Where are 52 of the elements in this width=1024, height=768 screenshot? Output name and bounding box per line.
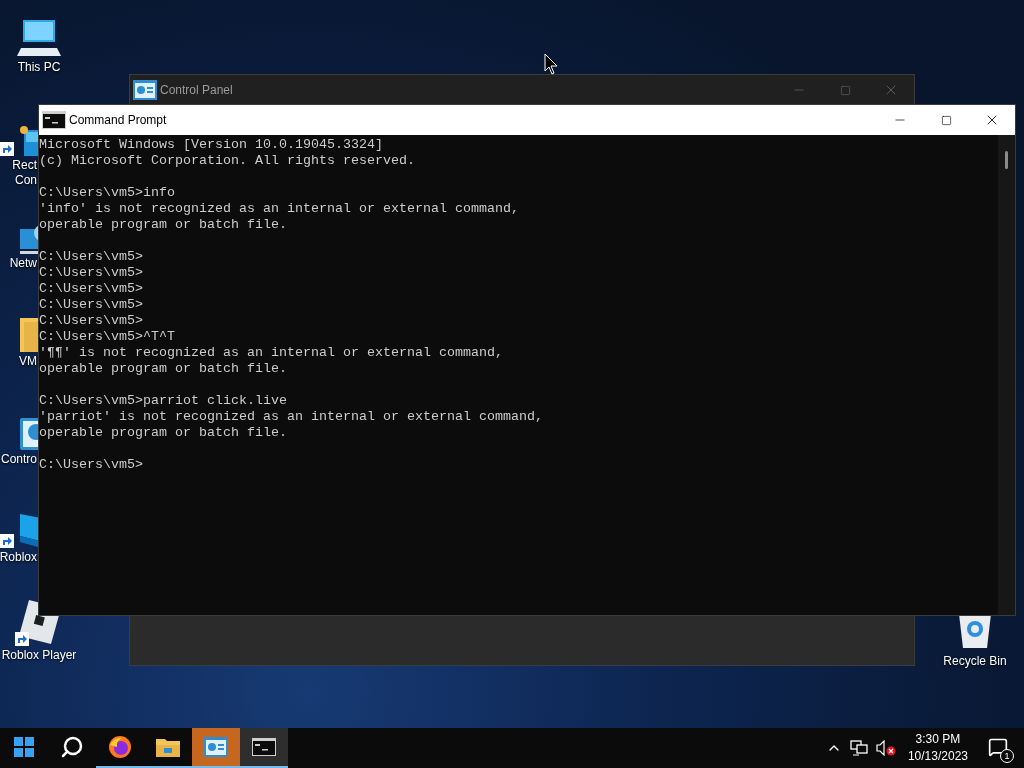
console-line: 'parriot' is not recognized as an internal or external command, xyxy=(39,409,543,425)
maximize-icon xyxy=(940,114,952,126)
console-line: C:\Users\vm5>info xyxy=(39,185,175,201)
console-line: 'info' is not recognized as an internal or external command, xyxy=(39,201,519,217)
shortcut-arrow-icon xyxy=(15,632,29,646)
window-title: Command Prompt xyxy=(69,112,167,129)
console-line: '¶¶' is not recognized as an internal or external command, xyxy=(39,345,503,361)
console-line: operable program or batch file. xyxy=(39,217,287,233)
console-line: operable program or batch file. xyxy=(39,425,287,441)
network-icon xyxy=(20,225,38,254)
maximize-icon xyxy=(839,84,851,96)
console-line: C:\Users\vm5>parriot click.live xyxy=(39,393,287,409)
taskbar-button[interactable] xyxy=(240,728,288,768)
console-line: C:\Users\vm5> xyxy=(39,249,143,265)
mouse-cursor-icon xyxy=(544,53,558,75)
console-line: (c) Microsoft Corporation. All rights reserved. xyxy=(39,153,415,169)
clock-time[interactable]: 3:30 PM xyxy=(915,731,961,748)
console-line: C:\Users\vm5> xyxy=(39,265,143,281)
window-title: Control Panel xyxy=(160,82,233,99)
desktop-icon-label[interactable]: VM xyxy=(19,354,37,369)
console-line: C:\Users\vm5>^T^T xyxy=(39,329,175,345)
shortcut-arrow-icon xyxy=(0,142,14,156)
notification-count: 1 xyxy=(1000,749,1014,763)
computer-icon xyxy=(17,18,61,58)
volume-muted-icon[interactable] xyxy=(875,740,896,756)
folder-icon xyxy=(20,318,38,352)
console-line: C:\Users\vm5> xyxy=(39,281,143,297)
folder-icon xyxy=(156,737,180,757)
clock-date[interactable]: 10/13/2023 xyxy=(907,748,968,765)
desktop-icon-label[interactable]: Roblox xyxy=(0,550,37,565)
desktop-icon-label[interactable]: Rect xyxy=(12,158,37,173)
desktop-icon-label[interactable]: Recycle Bin xyxy=(943,654,1007,669)
console-line: C:\Users\vm5> xyxy=(39,457,143,473)
desktop-icon-label[interactable]: Contro xyxy=(0,452,37,467)
network-icon[interactable] xyxy=(849,740,868,756)
desktop-icon-label[interactable]: Netw xyxy=(9,256,37,271)
control-panel-icon xyxy=(20,418,38,450)
desktop-icon-label[interactable]: Roblox Player xyxy=(1,648,77,663)
desktop-icon-label[interactable]: This PC xyxy=(17,60,61,75)
notification-icon[interactable] xyxy=(988,737,1008,757)
command-prompt-icon xyxy=(252,738,276,756)
control-panel-icon xyxy=(133,80,157,100)
console-line: C:\Users\vm5> xyxy=(39,297,143,313)
desktop-icon-label[interactable]: Con xyxy=(15,173,37,188)
shortcut-arrow-icon xyxy=(0,534,14,548)
search-icon xyxy=(60,735,84,759)
command-prompt-icon xyxy=(42,111,66,129)
windows-logo-icon xyxy=(14,737,34,757)
console-line: operable program or batch file. xyxy=(39,361,287,377)
console-line: Microsoft Windows [Version 10.0.19045.3324] xyxy=(39,137,383,153)
console-line: C:\Users\vm5> xyxy=(39,313,143,329)
control-panel-icon xyxy=(204,737,228,757)
